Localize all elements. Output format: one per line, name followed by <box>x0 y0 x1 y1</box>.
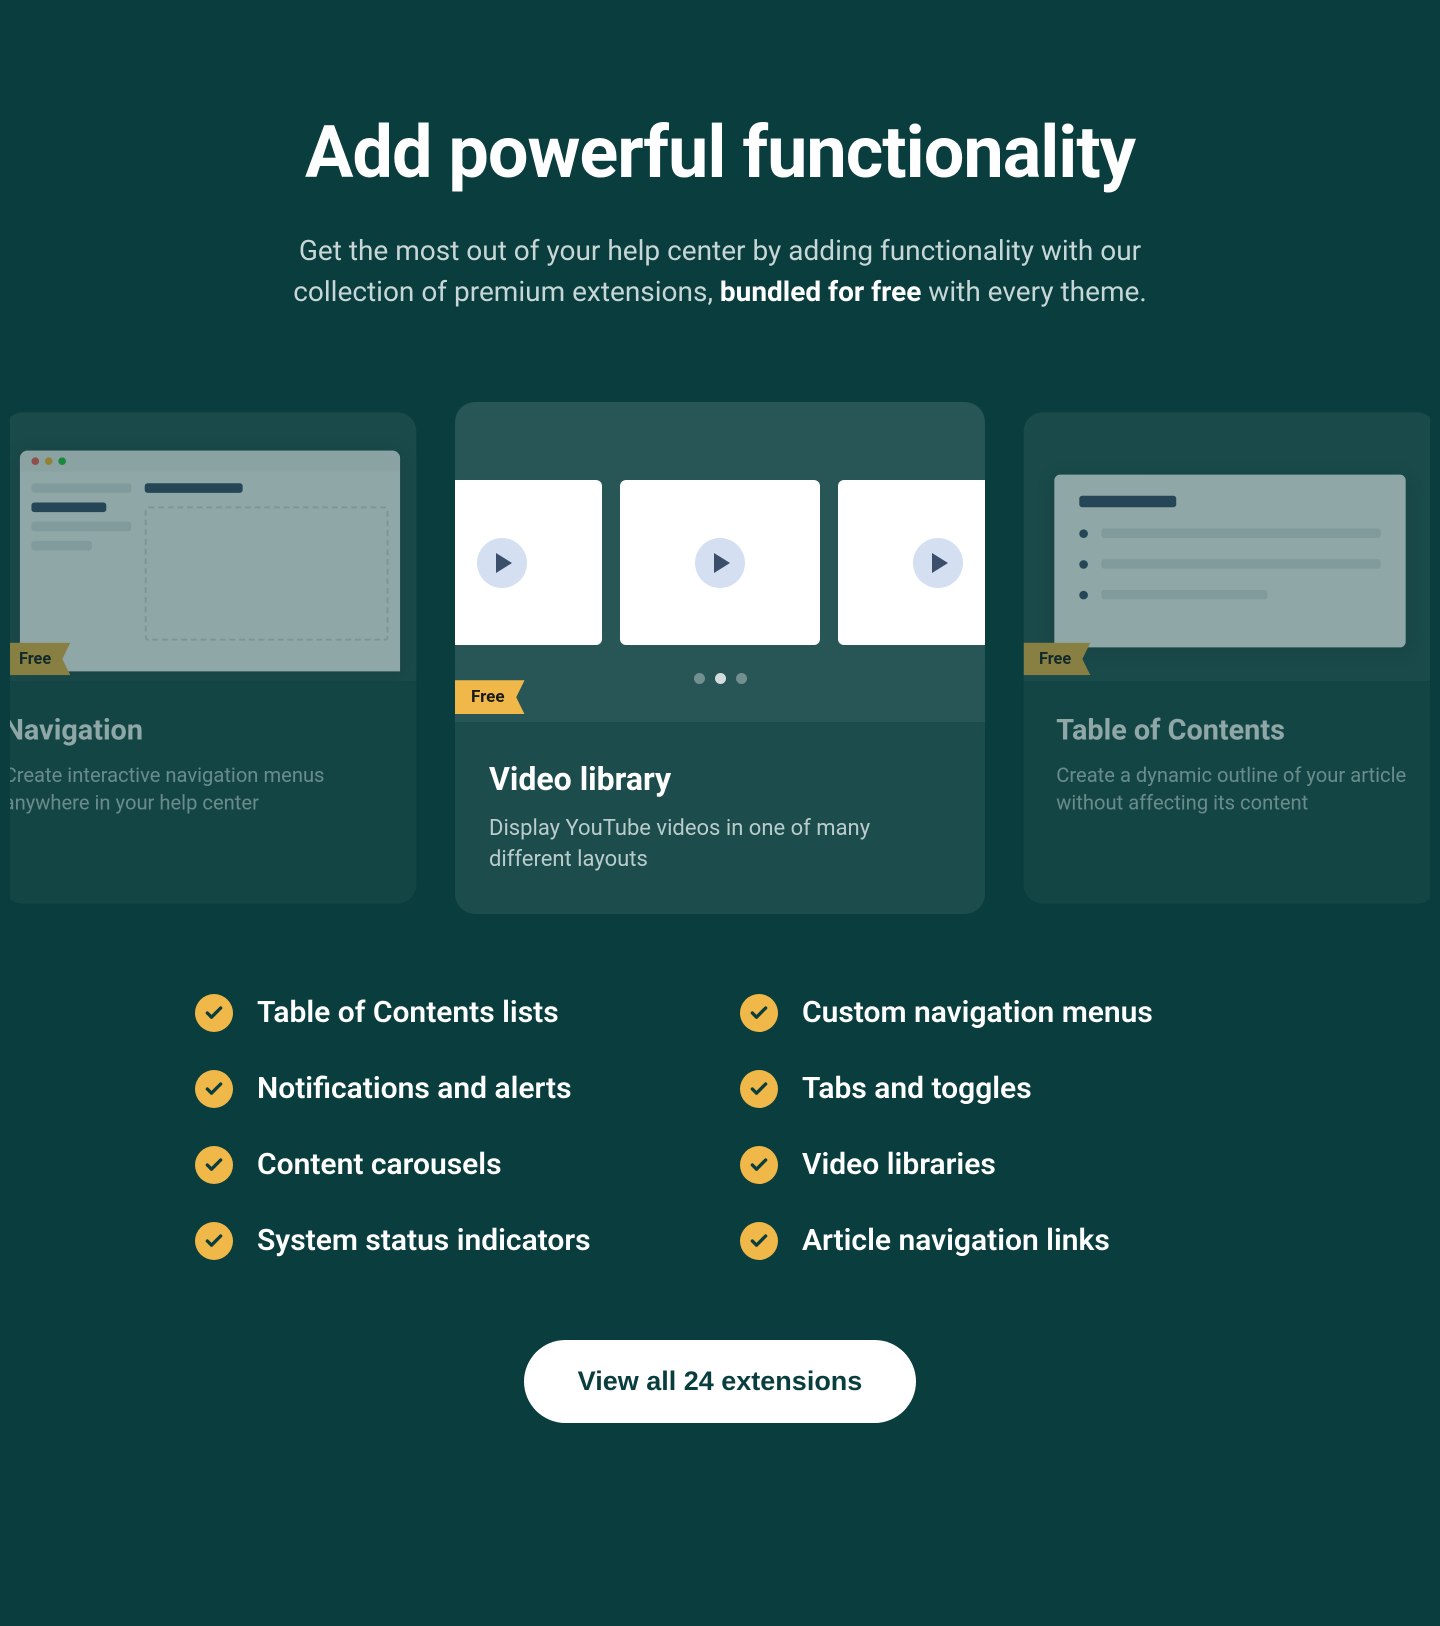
content-heading-line <box>145 483 242 493</box>
content-placeholder <box>145 506 388 640</box>
carousel-dots <box>694 673 747 684</box>
check-icon <box>195 1146 233 1184</box>
extensions-carousel[interactable]: Free Navigation Create interactive navig… <box>10 402 1430 914</box>
toc-heading-line <box>1080 496 1176 508</box>
feature-item: Notifications and alerts <box>195 1070 700 1108</box>
check-icon <box>740 1070 778 1108</box>
check-icon <box>195 1222 233 1260</box>
card-description: Display YouTube videos in one of many di… <box>489 814 951 876</box>
card-video-library[interactable]: Free Video library Display YouTube video… <box>455 402 985 914</box>
free-badge: Free <box>1024 643 1091 676</box>
feature-label: Custom navigation menus <box>802 995 1153 1030</box>
card-description: Create interactive navigation menus anyw… <box>10 763 390 819</box>
hero-title: Add powerful functionality <box>210 110 1230 195</box>
card-title: Navigation <box>10 714 390 748</box>
play-icon <box>477 538 527 588</box>
feature-item: Table of Contents lists <box>195 994 700 1032</box>
toc-line <box>1102 590 1268 600</box>
play-icon <box>695 538 745 588</box>
dot-icon <box>736 673 747 684</box>
card-visual-toc <box>1024 412 1430 681</box>
feature-item: Tabs and toggles <box>740 1070 1245 1108</box>
card-visual-navigation <box>10 412 416 681</box>
nav-line <box>32 522 132 532</box>
card-visual-video <box>455 402 985 722</box>
feature-label: Video libraries <box>802 1147 996 1182</box>
free-badge: Free <box>10 643 70 676</box>
video-thumbnail <box>620 480 820 645</box>
card-table-of-contents[interactable]: Free Table of Contents Create a dynamic … <box>1024 412 1430 903</box>
hero-subtitle: Get the most out of your help center by … <box>210 231 1230 312</box>
check-icon <box>740 1146 778 1184</box>
check-icon <box>195 1070 233 1108</box>
dot-icon <box>694 673 705 684</box>
nav-line <box>32 541 92 551</box>
card-title: Video library <box>489 760 951 798</box>
feature-item: Content carousels <box>195 1146 700 1184</box>
feature-label: Content carousels <box>257 1147 502 1182</box>
feature-item: Video libraries <box>740 1146 1245 1184</box>
dot-icon-active <box>715 673 726 684</box>
check-icon <box>740 994 778 1032</box>
check-icon <box>195 994 233 1032</box>
feature-label: Table of Contents lists <box>257 995 559 1030</box>
toc-line <box>1102 559 1381 569</box>
traffic-light-red <box>32 458 40 466</box>
main-panel: Add powerful functionality Get the most … <box>10 10 1430 1606</box>
traffic-light-green <box>59 458 67 466</box>
card-navigation[interactable]: Free Navigation Create interactive navig… <box>10 412 416 903</box>
features-grid: Table of Contents lists Custom navigatio… <box>195 994 1245 1260</box>
nav-line <box>32 483 132 493</box>
card-description: Create a dynamic outline of your article… <box>1056 763 1430 819</box>
mockup-video-grid <box>455 480 985 684</box>
mockup-browser <box>20 451 400 672</box>
feature-label: System status indicators <box>257 1223 591 1258</box>
feature-label: Notifications and alerts <box>257 1071 572 1106</box>
cta-section: View all 24 extensions <box>10 1340 1430 1423</box>
bullet-icon <box>1080 529 1089 538</box>
mockup-toc-panel <box>1055 475 1406 648</box>
toc-line <box>1102 529 1381 539</box>
play-icon <box>913 538 963 588</box>
traffic-light-yellow <box>45 458 53 466</box>
card-title: Table of Contents <box>1056 714 1430 748</box>
view-all-extensions-button[interactable]: View all 24 extensions <box>524 1340 917 1423</box>
feature-item: System status indicators <box>195 1222 700 1260</box>
free-badge: Free <box>455 680 525 714</box>
hero-subtitle-strong: bundled for free <box>720 275 921 308</box>
nav-line-active <box>32 503 107 513</box>
feature-item: Custom navigation menus <box>740 994 1245 1032</box>
feature-label: Article navigation links <box>802 1223 1110 1258</box>
hero-section: Add powerful functionality Get the most … <box>210 110 1230 312</box>
hero-subtitle-post: with every theme. <box>921 275 1146 308</box>
video-thumbnail <box>455 480 602 645</box>
video-thumbnail <box>838 480 985 645</box>
bullet-icon <box>1080 590 1089 599</box>
check-icon <box>740 1222 778 1260</box>
bullet-icon <box>1080 560 1089 569</box>
feature-label: Tabs and toggles <box>802 1071 1032 1106</box>
feature-item: Article navigation links <box>740 1222 1245 1260</box>
